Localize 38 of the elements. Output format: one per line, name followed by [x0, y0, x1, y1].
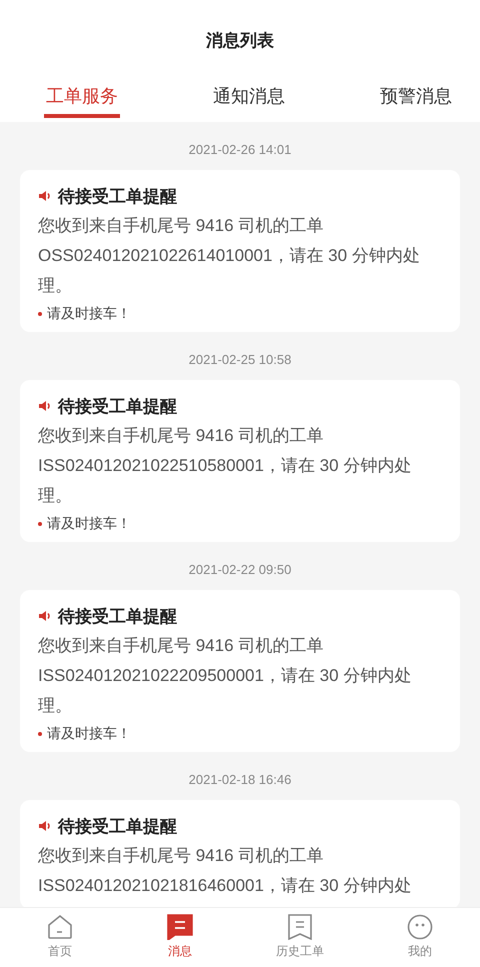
message-body: 您收到来自手机尾号 9416 司机的工单OSS024012021022614010001，请在 30 分钟内处理。	[38, 215, 421, 297]
nav-tab[interactable]: 我的	[360, 908, 480, 967]
message-card[interactable]: 待接受工单提醒 您收到来自手机尾号 9416 司机的工单ISS024012021022510580001，请在 30 分钟内处理。 请及时接车！	[20, 380, 460, 542]
message-note: 请及时接车！	[47, 514, 131, 533]
message-card[interactable]: 待接受工单提醒 您收到来自手机尾号 9416 司机的工单OSS024012021022614010001，请在 30 分钟内处理。 请及时接车！	[20, 170, 460, 332]
home-icon	[47, 914, 73, 940]
message-card[interactable]: 待接受工单提醒 您收到来自手机尾号 9416 司机的工单ISS024012021022209500001，请在 30 分钟内处理。 请及时接车！	[20, 590, 460, 752]
bullet-icon	[38, 732, 42, 736]
nav-tab[interactable]: 首页	[0, 908, 120, 967]
message-title: 待接受工单提醒	[58, 396, 177, 418]
speaker-icon	[38, 189, 52, 204]
message-body: 您收到来自手机尾号 9416 司机的工单ISS024012021021816460001，请在 30 分钟内处	[38, 845, 412, 897]
speaker-icon	[38, 819, 52, 834]
message-card[interactable]: 待接受工单提醒 您收到来自手机尾号 9416 司机的工单ISS024012021021816460001，请在 30 分钟内处	[20, 800, 460, 907]
speaker-icon	[38, 399, 52, 414]
timestamp: 2021-02-25 10:58	[188, 351, 292, 369]
message-title: 待接受工单提醒	[58, 186, 177, 208]
message-body: 您收到来自手机尾号 9416 司机的工单ISS024012021022510580001，请在 30 分钟内处理。	[38, 425, 412, 507]
nav-tab[interactable]: 历史工单	[240, 908, 360, 967]
timestamp: 2021-02-18 16:46	[188, 771, 292, 789]
tab[interactable]: 预警消息	[378, 66, 454, 118]
message-icon	[167, 914, 193, 940]
bullet-icon	[38, 522, 42, 526]
timestamp: 2021-02-22 09:50	[188, 561, 292, 579]
document-icon	[287, 914, 313, 940]
message-note: 请及时接车！	[47, 724, 131, 743]
message-title: 待接受工单提醒	[58, 816, 177, 838]
tab[interactable]: 工单服务	[44, 66, 120, 118]
page-title: 消息列表	[205, 30, 275, 52]
bullet-icon	[38, 312, 42, 316]
message-body: 您收到来自手机尾号 9416 司机的工单ISS024012021022209500001，请在 30 分钟内处理。	[38, 635, 412, 717]
tab[interactable]: 通知消息	[211, 66, 287, 118]
speaker-icon	[38, 609, 52, 624]
message-note: 请及时接车！	[47, 304, 131, 323]
profile-icon	[407, 914, 433, 940]
nav-tab[interactable]: 消息	[120, 908, 240, 967]
message-title: 待接受工单提醒	[58, 606, 177, 628]
timestamp: 2021-02-26 14:01	[188, 141, 292, 159]
